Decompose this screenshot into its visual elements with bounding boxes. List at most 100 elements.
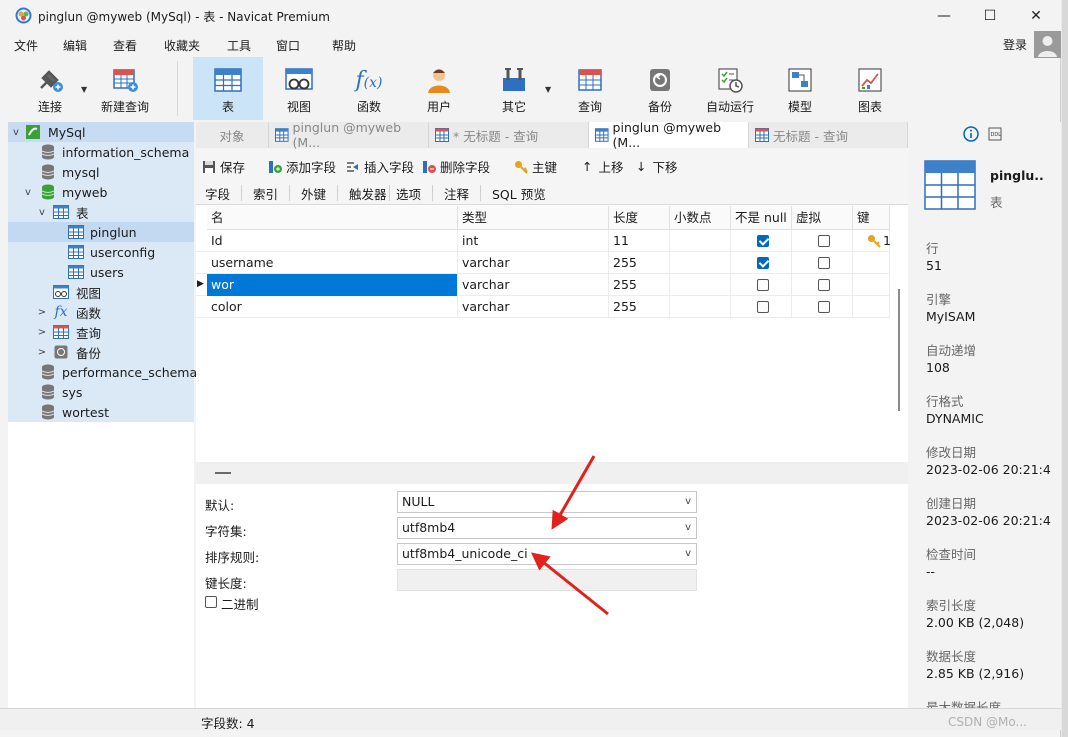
function-button[interactable]: f(x) 函数: [343, 57, 395, 120]
field-length-cell[interactable]: 255: [609, 274, 670, 296]
column-header-name[interactable]: 名: [207, 206, 458, 230]
chevron-down-icon[interactable]: v: [10, 127, 22, 138]
delete-field-button[interactable]: 删除字段: [422, 157, 490, 176]
model-button[interactable]: 模型: [774, 57, 826, 120]
close-button[interactable]: ✕: [1013, 0, 1059, 32]
field-decimals-cell[interactable]: [670, 274, 731, 296]
query-button[interactable]: 查询: [564, 57, 616, 120]
insert-field-button[interactable]: 插入字段: [346, 157, 414, 176]
menu-favorites[interactable]: 收藏夹: [164, 37, 200, 54]
binary-checkbox[interactable]: [205, 596, 217, 608]
grid-scrollbar[interactable]: [898, 289, 900, 411]
automation-button[interactable]: 自动运行: [704, 57, 756, 120]
menu-view[interactable]: 查看: [113, 37, 137, 54]
collation-select[interactable]: utf8mb4_unicode_ci v: [397, 543, 697, 565]
tab-fields[interactable]: 字段: [205, 184, 230, 203]
column-header-decimals[interactable]: 小数点: [670, 206, 731, 230]
user-button[interactable]: 用户: [413, 57, 465, 120]
column-header-not-null[interactable]: 不是 null: [731, 206, 792, 230]
maximize-button[interactable]: ☐: [967, 0, 1013, 32]
tab-untitled-query-modified[interactable]: * 无标题 - 查询: [429, 122, 589, 148]
other-dropdown-icon[interactable]: ▼: [545, 85, 551, 94]
backup-button[interactable]: 备份: [634, 57, 686, 120]
tab-foreign-keys[interactable]: 外键: [301, 184, 326, 203]
not-null-checkbox[interactable]: [757, 235, 769, 247]
column-header-length[interactable]: 长度: [609, 206, 670, 230]
tree-item-functions[interactable]: > fx 函数: [8, 302, 194, 322]
virtual-checkbox[interactable]: [818, 301, 830, 313]
field-type-cell[interactable]: varchar: [458, 274, 609, 296]
new-query-button[interactable]: 新建查询: [97, 57, 153, 120]
primary-key-button[interactable]: 主键: [514, 157, 557, 176]
panel-splitter[interactable]: [196, 462, 908, 484]
key-cell[interactable]: 1: [853, 230, 891, 252]
tab-untitled-query[interactable]: 无标题 - 查询: [749, 122, 908, 148]
splitter-grip-icon[interactable]: [215, 472, 231, 474]
chart-button[interactable]: 图表: [844, 57, 896, 120]
menu-tools[interactable]: 工具: [227, 37, 251, 54]
column-header-virtual[interactable]: 虚拟: [792, 206, 853, 230]
tree-item-views[interactable]: 视图: [8, 282, 194, 302]
info-icon[interactable]: [963, 126, 979, 142]
tree-item-wortest[interactable]: wortest: [8, 402, 194, 422]
add-field-button[interactable]: 添加字段: [268, 157, 336, 176]
tree-item-users[interactable]: users: [8, 262, 194, 282]
move-down-button[interactable]: ↓ 下移: [636, 157, 678, 176]
not-null-checkbox[interactable]: [757, 301, 769, 313]
menu-window[interactable]: 窗口: [276, 37, 300, 54]
field-type-cell[interactable]: int: [458, 230, 609, 252]
tree-item-information-schema[interactable]: information_schema: [8, 142, 194, 162]
avatar[interactable]: [1034, 31, 1061, 58]
tab-indexes[interactable]: 索引: [253, 184, 278, 203]
ddl-icon[interactable]: DDL: [988, 127, 1002, 141]
tree-item-mysql[interactable]: v MySql: [8, 122, 194, 142]
tree-item-performance-schema[interactable]: performance_schema: [8, 362, 197, 382]
field-decimals-cell[interactable]: [670, 296, 731, 318]
field-type-cell[interactable]: varchar: [458, 296, 609, 318]
save-button[interactable]: 保存: [202, 157, 245, 176]
virtual-checkbox[interactable]: [818, 279, 830, 291]
chevron-down-icon[interactable]: v: [22, 187, 34, 198]
minimize-button[interactable]: —: [921, 0, 967, 32]
table-row[interactable]: color varchar 255: [196, 296, 890, 318]
tab-sql-preview[interactable]: SQL 预览: [492, 184, 546, 203]
field-name-cell[interactable]: wor: [207, 274, 458, 296]
field-type-cell[interactable]: varchar: [458, 252, 609, 274]
tab-comments[interactable]: 注释: [444, 184, 469, 203]
tree-item-queries[interactable]: > 查询: [8, 322, 194, 342]
connect-button[interactable]: 连接: [25, 57, 75, 120]
not-null-checkbox[interactable]: [757, 257, 769, 269]
table-row[interactable]: Id int 11 1: [196, 230, 891, 252]
table-button[interactable]: 表: [193, 57, 263, 120]
tree-item-pinglun[interactable]: pinglun: [8, 222, 194, 242]
login-link[interactable]: 登录: [1003, 36, 1027, 53]
column-header-type[interactable]: 类型: [458, 206, 609, 230]
key-cell[interactable]: [853, 296, 890, 318]
connect-dropdown-icon[interactable]: ▼: [81, 85, 87, 94]
tree-item-backups[interactable]: > 备份: [8, 342, 194, 362]
field-decimals-cell[interactable]: [670, 230, 731, 252]
field-length-cell[interactable]: 255: [609, 296, 670, 318]
table-row[interactable]: username varchar 255: [196, 252, 890, 274]
move-up-button[interactable]: ↑ 上移: [582, 157, 624, 176]
chevron-right-icon[interactable]: >: [36, 307, 48, 318]
tab-objects[interactable]: 对象: [196, 122, 269, 148]
chevron-right-icon[interactable]: >: [36, 327, 48, 338]
menu-edit[interactable]: 编辑: [63, 37, 87, 54]
not-null-checkbox[interactable]: [757, 279, 769, 291]
key-cell[interactable]: [853, 252, 890, 274]
other-button[interactable]: 其它: [488, 57, 540, 120]
field-length-cell[interactable]: 255: [609, 252, 670, 274]
chevron-right-icon[interactable]: >: [36, 347, 48, 358]
tab-triggers[interactable]: 触发器: [349, 184, 387, 203]
virtual-checkbox[interactable]: [818, 257, 830, 269]
tree-item-tables[interactable]: v 表: [8, 202, 194, 222]
tab-pinglun-1[interactable]: pinglun @myweb (M...: [269, 120, 429, 150]
field-name-cell[interactable]: username: [207, 252, 458, 274]
view-button[interactable]: 视图: [273, 57, 325, 120]
field-decimals-cell[interactable]: [670, 252, 731, 274]
virtual-checkbox[interactable]: [818, 235, 830, 247]
field-name-cell[interactable]: color: [207, 296, 458, 318]
key-cell[interactable]: [853, 274, 890, 296]
menu-file[interactable]: 文件: [14, 37, 38, 54]
